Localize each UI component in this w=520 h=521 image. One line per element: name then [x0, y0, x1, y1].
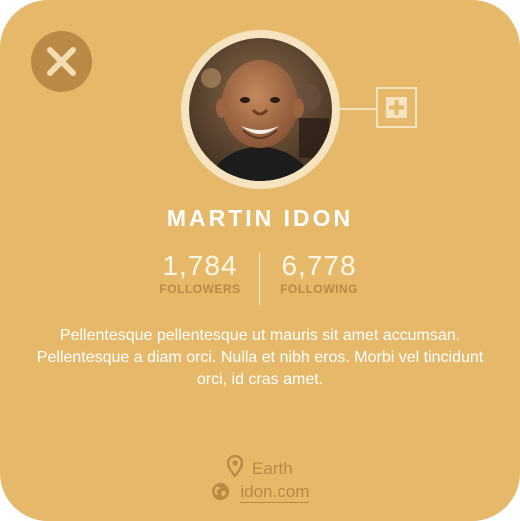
add-connector-line: [340, 108, 378, 110]
website-link[interactable]: idon.com: [240, 482, 310, 503]
profile-name: MARTIN IDON: [166, 205, 354, 231]
add-friend-button[interactable]: [376, 87, 417, 128]
location-text: Earth: [252, 459, 293, 478]
followers-count: 1,784: [162, 250, 238, 281]
map-pin-icon: [227, 455, 244, 477]
avatar-photo: [189, 38, 332, 181]
website-row: idon.com: [0, 482, 520, 503]
location-row: Earth: [0, 455, 520, 479]
plus-icon: [386, 97, 407, 118]
globe-icon: [211, 483, 229, 500]
close-icon: [47, 47, 76, 76]
profile-bio: Pellentesque pellentesque ut mauris sit …: [36, 327, 484, 388]
avatar-frame: [181, 30, 340, 189]
following-count: 6,778: [281, 250, 357, 281]
close-button[interactable]: [31, 31, 92, 92]
following-stat[interactable]: 6,778 FOLLOWING: [264, 250, 374, 297]
following-label: FOLLOWING: [280, 282, 358, 296]
avatar[interactable]: [189, 38, 332, 181]
stats-divider: [259, 253, 260, 305]
followers-label: FOLLOWERS: [159, 282, 241, 296]
profile-card: MARTIN IDON 1,784 FOLLOWERS 6,778 FOLLOW…: [0, 0, 520, 521]
followers-stat[interactable]: 1,784 FOLLOWERS: [145, 250, 255, 297]
